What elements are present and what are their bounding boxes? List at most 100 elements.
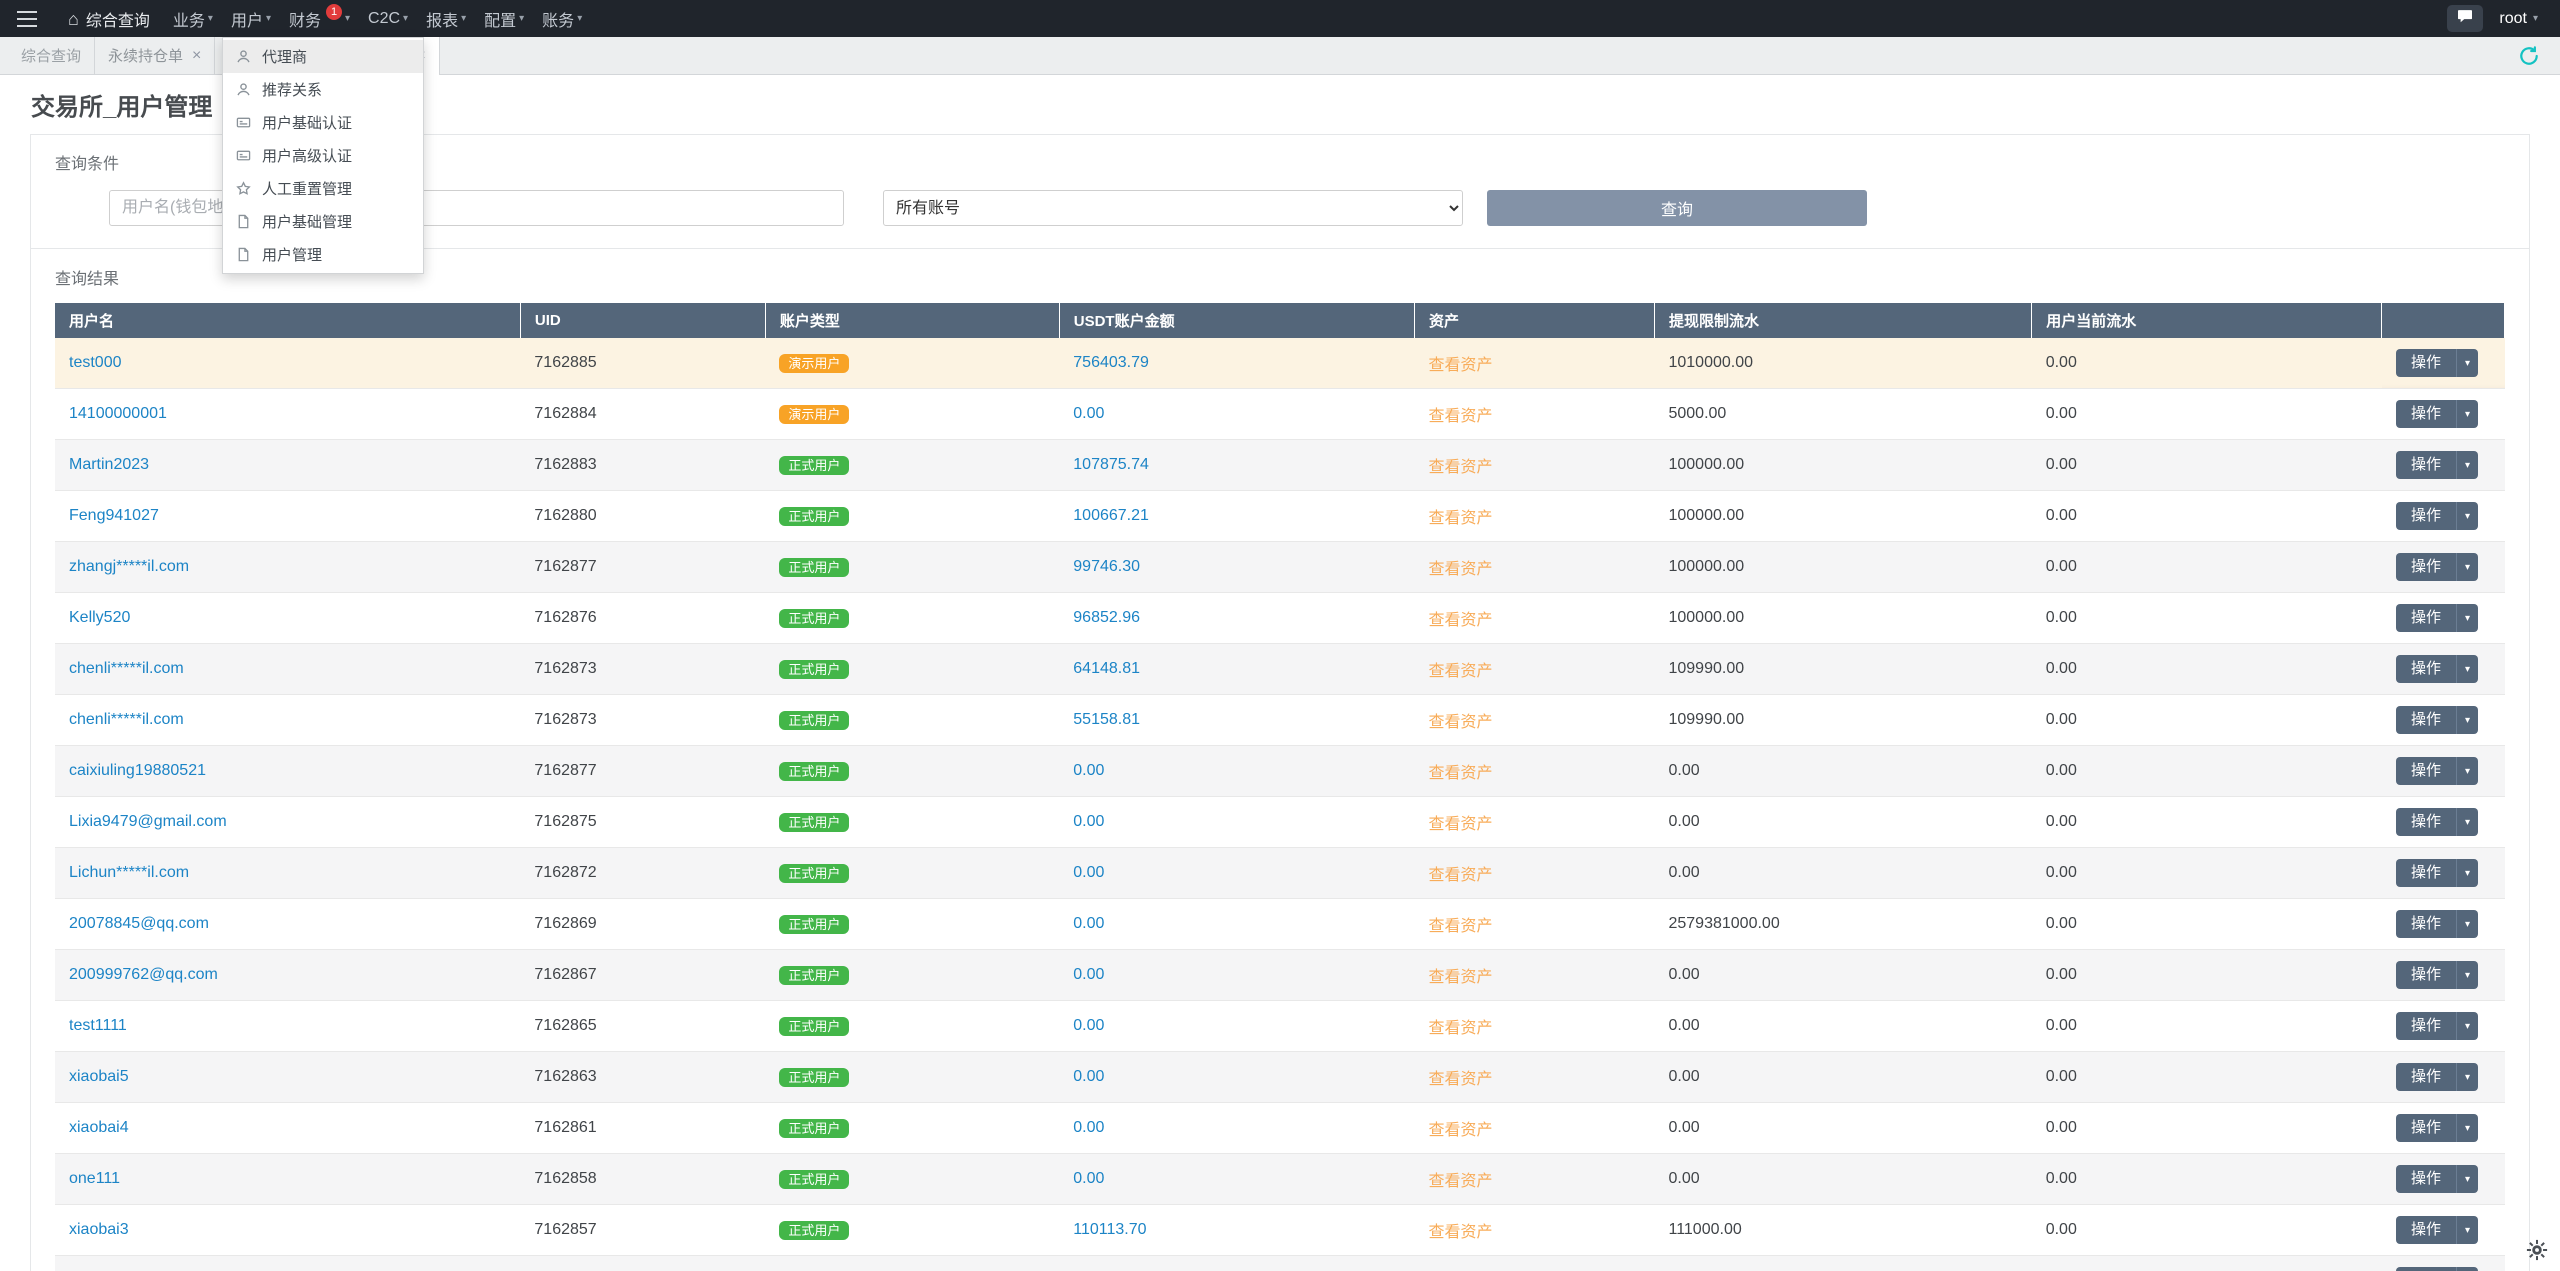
- usdt-amount-link[interactable]: 756403.79: [1073, 354, 1149, 371]
- view-assets-link[interactable]: 查看资产: [1428, 357, 1492, 374]
- tab-item[interactable]: 永续持仓单 ×: [95, 37, 216, 74]
- usdt-amount-link[interactable]: 0.00: [1073, 1119, 1104, 1136]
- username-link[interactable]: xiaobai5: [69, 1068, 129, 1085]
- navbar-item[interactable]: 报表 ▾: [417, 0, 475, 37]
- usdt-amount-link[interactable]: 110113.70: [1073, 1221, 1146, 1238]
- usdt-amount-link[interactable]: 0.00: [1073, 915, 1104, 932]
- usdt-amount-link[interactable]: 0.00: [1073, 966, 1104, 983]
- chevron-down-icon[interactable]: ▾: [2455, 1012, 2479, 1040]
- view-assets-link[interactable]: 查看资产: [1428, 714, 1492, 731]
- action-button[interactable]: 操作▾: [2395, 757, 2479, 785]
- user-menu-item[interactable]: 代理商: [222, 40, 423, 73]
- username-link[interactable]: chenli*****il.com: [69, 660, 184, 677]
- username-link[interactable]: xiaobai3: [69, 1221, 129, 1238]
- user-menu-item[interactable]: 用户基础管理: [223, 205, 423, 238]
- usdt-amount-link[interactable]: 107875.74: [1073, 456, 1149, 473]
- view-assets-link[interactable]: 查看资产: [1428, 1224, 1492, 1241]
- close-icon[interactable]: ×: [192, 47, 201, 64]
- action-button[interactable]: 操作▾: [2395, 553, 2479, 581]
- navbar-item[interactable]: C2C ▾: [359, 0, 417, 37]
- view-assets-link[interactable]: 查看资产: [1428, 969, 1492, 986]
- usdt-amount-link[interactable]: 0.00: [1073, 813, 1104, 830]
- username-link[interactable]: 14100000001: [69, 405, 167, 422]
- view-assets-link[interactable]: 查看资产: [1428, 1020, 1492, 1037]
- action-button[interactable]: 操作▾: [2395, 451, 2479, 479]
- keyword-input[interactable]: [109, 190, 844, 226]
- username-link[interactable]: Feng941027: [69, 507, 159, 524]
- user-menu-item[interactable]: 用户高级认证: [223, 139, 423, 172]
- username-link[interactable]: 20078845@qq.com: [69, 915, 209, 932]
- usdt-amount-link[interactable]: 99746.30: [1073, 558, 1140, 575]
- navbar-item[interactable]: 业务 ▾: [164, 0, 222, 37]
- chevron-down-icon[interactable]: ▾: [2455, 1165, 2479, 1193]
- username-link[interactable]: Lixia9479@gmail.com: [69, 813, 227, 830]
- view-assets-link[interactable]: 查看资产: [1428, 1122, 1492, 1139]
- view-assets-link[interactable]: 查看资产: [1428, 408, 1492, 425]
- view-assets-link[interactable]: 查看资产: [1428, 1173, 1492, 1190]
- action-button[interactable]: 操作▾: [2395, 859, 2479, 887]
- user-menu-item[interactable]: 人工重置管理: [223, 172, 423, 205]
- username-link[interactable]: test1111: [69, 1017, 127, 1034]
- sidebar-toggle-icon[interactable]: [0, 0, 54, 37]
- usdt-amount-link[interactable]: 96852.96: [1073, 609, 1140, 626]
- user-account-menu[interactable]: root ▾: [2499, 10, 2538, 28]
- username-link[interactable]: caixiuling19880521: [69, 762, 206, 779]
- account-type-select[interactable]: 所有账号: [883, 190, 1463, 226]
- action-button[interactable]: 操作▾: [2395, 910, 2479, 938]
- chevron-down-icon[interactable]: ▾: [2455, 655, 2479, 683]
- chevron-down-icon[interactable]: ▾: [2455, 859, 2479, 887]
- settings-gear-button[interactable]: [2526, 1239, 2548, 1266]
- view-assets-link[interactable]: 查看资产: [1428, 663, 1492, 680]
- username-link[interactable]: Lichun*****il.com: [69, 864, 189, 881]
- usdt-amount-link[interactable]: 0.00: [1073, 1170, 1104, 1187]
- action-button[interactable]: 操作▾: [2395, 349, 2479, 377]
- view-assets-link[interactable]: 查看资产: [1428, 1071, 1492, 1088]
- user-menu-item[interactable]: 推荐关系: [223, 73, 423, 106]
- chevron-down-icon[interactable]: ▾: [2455, 451, 2479, 479]
- navbar-item[interactable]: 财务 1 ▾: [280, 0, 359, 37]
- action-button[interactable]: 操作▾: [2395, 604, 2479, 632]
- usdt-amount-link[interactable]: 64148.81: [1073, 660, 1140, 677]
- action-button[interactable]: 操作▾: [2395, 1267, 2479, 1271]
- action-button[interactable]: 操作▾: [2395, 1114, 2479, 1142]
- user-menu-item[interactable]: 用户管理: [223, 238, 423, 271]
- username-link[interactable]: test000: [69, 354, 121, 371]
- messages-button[interactable]: [2447, 5, 2484, 32]
- usdt-amount-link[interactable]: 0.00: [1073, 1017, 1104, 1034]
- action-button[interactable]: 操作▾: [2395, 1165, 2479, 1193]
- chevron-down-icon[interactable]: ▾: [2455, 400, 2479, 428]
- chevron-down-icon[interactable]: ▾: [2455, 961, 2479, 989]
- usdt-amount-link[interactable]: 55158.81: [1073, 711, 1140, 728]
- chevron-down-icon[interactable]: ▾: [2455, 604, 2479, 632]
- search-button[interactable]: 查询: [1487, 190, 1867, 226]
- username-link[interactable]: one111: [69, 1170, 120, 1187]
- action-button[interactable]: 操作▾: [2395, 808, 2479, 836]
- view-assets-link[interactable]: 查看资产: [1428, 867, 1492, 884]
- usdt-amount-link[interactable]: 100667.21: [1073, 507, 1149, 524]
- chevron-down-icon[interactable]: ▾: [2455, 757, 2479, 785]
- username-link[interactable]: Martin2023: [69, 456, 149, 473]
- action-button[interactable]: 操作▾: [2395, 1012, 2479, 1040]
- chevron-down-icon[interactable]: ▾: [2455, 1216, 2479, 1244]
- action-button[interactable]: 操作▾: [2395, 706, 2479, 734]
- action-button[interactable]: 操作▾: [2395, 400, 2479, 428]
- usdt-amount-link[interactable]: 0.00: [1073, 1068, 1104, 1085]
- chevron-down-icon[interactable]: ▾: [2455, 553, 2479, 581]
- usdt-amount-link[interactable]: 0.00: [1073, 405, 1104, 422]
- action-button[interactable]: 操作▾: [2395, 1063, 2479, 1091]
- navbar-item[interactable]: 用户 ▾ 代理商 推荐关系 用户基础认证 用户高级认证 人工重置管理 用户基础管理 用户管理: [221, 0, 424, 274]
- chevron-down-icon[interactable]: ▾: [2455, 706, 2479, 734]
- action-button[interactable]: 操作▾: [2395, 961, 2479, 989]
- action-button[interactable]: 操作▾: [2395, 655, 2479, 683]
- chevron-down-icon[interactable]: ▾: [2455, 1267, 2479, 1271]
- usdt-amount-link[interactable]: 0.00: [1073, 864, 1104, 881]
- nav-home-item[interactable]: ⌂ 综合查询: [54, 0, 164, 37]
- action-button[interactable]: 操作▾: [2395, 502, 2479, 530]
- navbar-item[interactable]: 配置 ▾: [475, 0, 533, 37]
- view-assets-link[interactable]: 查看资产: [1428, 612, 1492, 629]
- chevron-down-icon[interactable]: ▾: [2455, 1114, 2479, 1142]
- view-assets-link[interactable]: 查看资产: [1428, 918, 1492, 935]
- action-button[interactable]: 操作▾: [2395, 1216, 2479, 1244]
- view-assets-link[interactable]: 查看资产: [1428, 459, 1492, 476]
- username-link[interactable]: xiaobai4: [69, 1119, 129, 1136]
